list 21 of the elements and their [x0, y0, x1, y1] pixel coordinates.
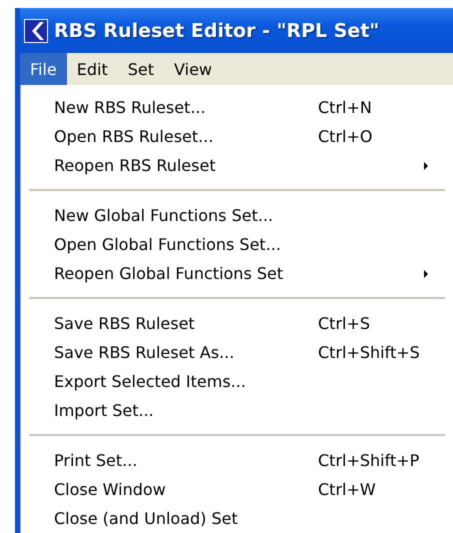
menu-item[interactable]: Close Window Ctrl+W [21, 475, 453, 504]
menu-item[interactable]: Open RBS Ruleset... Ctrl+O [21, 122, 453, 151]
menu-item[interactable]: New RBS Ruleset... Ctrl+N [21, 93, 453, 122]
menu-item[interactable]: Import Set... [21, 396, 453, 425]
menu-item[interactable]: Reopen RBS Ruleset [21, 151, 453, 180]
menu-item[interactable]: Open Global Functions Set... [21, 230, 453, 259]
menu-item[interactable]: New Global Functions Set... [21, 201, 453, 230]
menu-item[interactable]: Reopen Global Functions Set [21, 259, 453, 288]
submenu-arrow-icon [424, 270, 428, 278]
menu-bar-item[interactable]: View [164, 53, 222, 85]
menu-bar-item[interactable]: File [20, 53, 67, 85]
menu-item[interactable]: Save RBS Ruleset Ctrl+S [21, 309, 453, 338]
submenu-arrow-icon [424, 162, 428, 170]
menu-bar-item[interactable]: Set [118, 53, 164, 85]
menu-item[interactable]: Export Selected Items... [21, 367, 453, 396]
app-logo-icon [24, 18, 48, 43]
menu-bar-item[interactable]: Edit [66, 53, 118, 85]
menu-item[interactable]: Save RBS Ruleset As... Ctrl+Shift+S [21, 338, 453, 367]
window-title: RBS Ruleset Editor - "RPL Set" [54, 20, 380, 42]
menu-item[interactable]: Close (and Unload) Set [21, 504, 453, 533]
menu-item[interactable]: Print Set... Ctrl+Shift+P [21, 446, 453, 475]
